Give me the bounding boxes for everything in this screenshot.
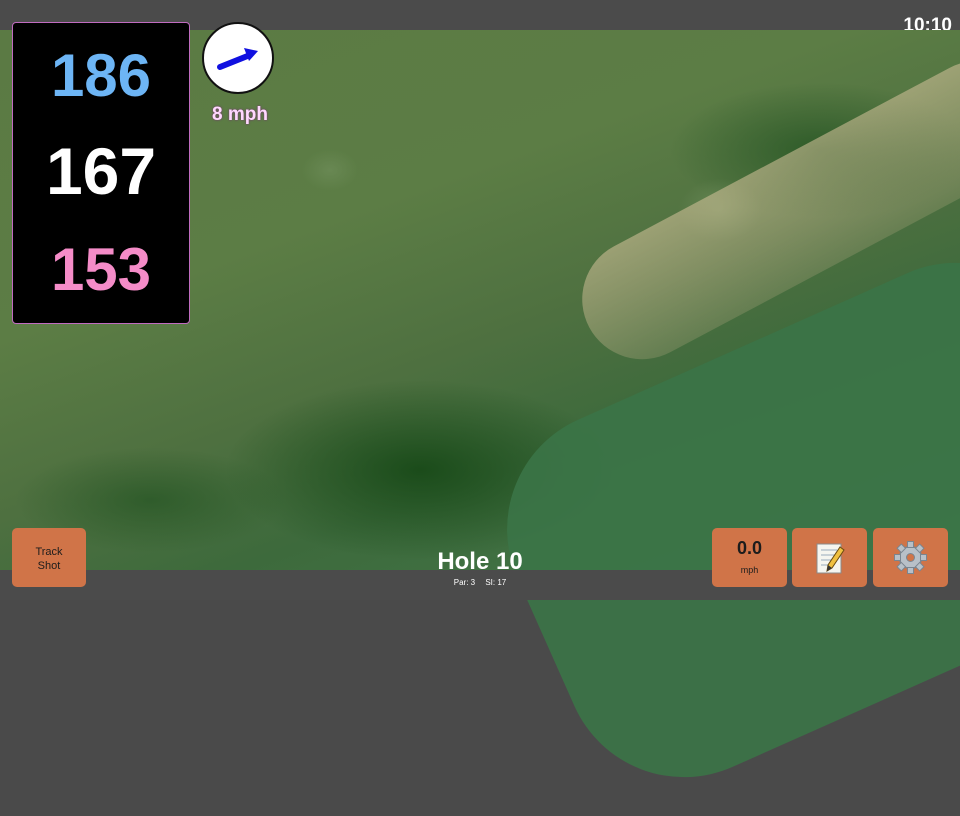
speed-unit: mph xyxy=(740,565,759,575)
track-shot-button[interactable]: Track Shot xyxy=(12,528,86,587)
wind-indicator xyxy=(202,22,274,94)
notes-button[interactable] xyxy=(792,528,867,587)
gear-icon xyxy=(894,541,927,574)
hole-par: Par: 3 xyxy=(453,578,476,587)
distance-front: 153 xyxy=(50,236,152,303)
hole-stroke-index: SI: 17 xyxy=(485,578,507,587)
speed-value: 0.0 xyxy=(736,538,763,558)
settings-button[interactable] xyxy=(873,528,948,587)
speed-button[interactable]: 0.0 mph xyxy=(712,528,787,587)
notepad-icon xyxy=(816,543,845,574)
wind-speed: 8 mph xyxy=(212,104,268,125)
wind-arrow-icon xyxy=(217,48,258,70)
distance-middle: 167 xyxy=(45,134,157,208)
track-shot-label-line2: Shot xyxy=(37,560,61,572)
distance-panel: 186 167 153 xyxy=(12,22,190,324)
hole-meta: Par: 3 SI: 17 xyxy=(380,578,580,587)
track-shot-label-line1: Track xyxy=(35,546,63,558)
hole-title: Hole 10 xyxy=(437,548,523,575)
distance-back: 186 xyxy=(50,42,152,109)
